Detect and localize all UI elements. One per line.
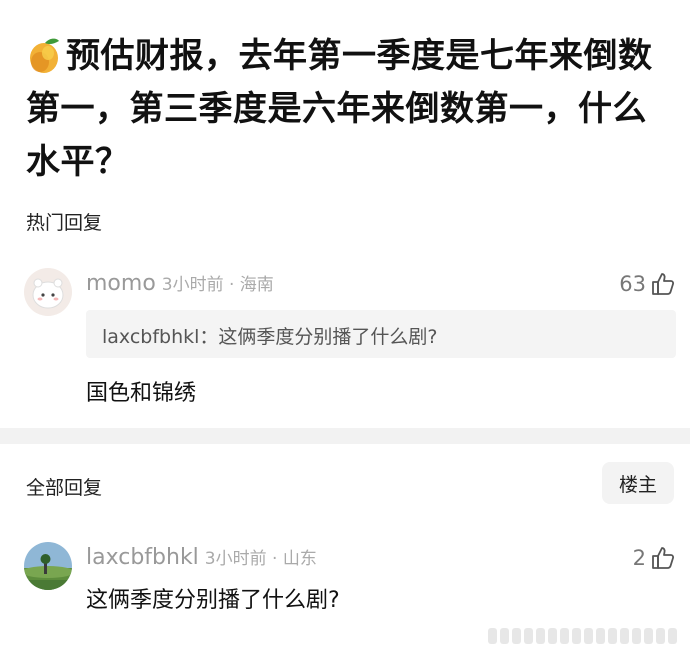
landscape-avatar-icon	[24, 542, 72, 590]
section-divider	[0, 428, 690, 444]
like-button[interactable]: 63	[619, 271, 676, 297]
mango-emoji-icon	[30, 38, 59, 73]
like-count: 2	[632, 546, 646, 570]
watermark-strip	[488, 627, 678, 645]
comment-time-location: 3小时前 · 山东	[204, 549, 317, 569]
op-filter-button[interactable]: 楼主	[602, 462, 674, 504]
avatar[interactable]	[24, 542, 72, 590]
comment-meta: laxcbfbhkl 3小时前 · 山东	[86, 544, 317, 570]
quoted-username: laxcbfbhkl：	[102, 326, 219, 348]
quoted-reply[interactable]: laxcbfbhkl：这俩季度分别播了什么剧?	[86, 310, 676, 358]
quoted-text: 这俩季度分别播了什么剧?	[218, 326, 438, 348]
thumbs-up-icon	[652, 547, 675, 569]
all-replies-label: 全部回复	[26, 477, 103, 499]
post-title: 预估财报，去年第一季度是七年来倒数第一，第三季度是六年来倒数第一，什么水平？	[26, 30, 676, 189]
comment-username[interactable]: momo	[86, 271, 156, 296]
comment-text: 国色和锦绣	[86, 381, 197, 406]
comment-time-location: 3小时前 · 海南	[161, 275, 274, 295]
comment-text: 这俩季度分别播了什么剧?	[86, 588, 340, 613]
comment-username[interactable]: laxcbfbhkl	[86, 545, 199, 570]
cat-avatar-icon	[24, 268, 72, 316]
thumbs-up-icon	[652, 273, 675, 295]
comment-meta: momo 3小时前 · 海南	[86, 270, 274, 296]
avatar[interactable]	[24, 268, 72, 316]
post-title-text: 预估财报，去年第一季度是七年来倒数第一，第三季度是六年来倒数第一，什么水平？	[26, 36, 653, 182]
like-button[interactable]: 2	[633, 545, 676, 571]
hot-replies-label: 热门回复	[26, 212, 103, 234]
like-count: 63	[619, 272, 646, 296]
